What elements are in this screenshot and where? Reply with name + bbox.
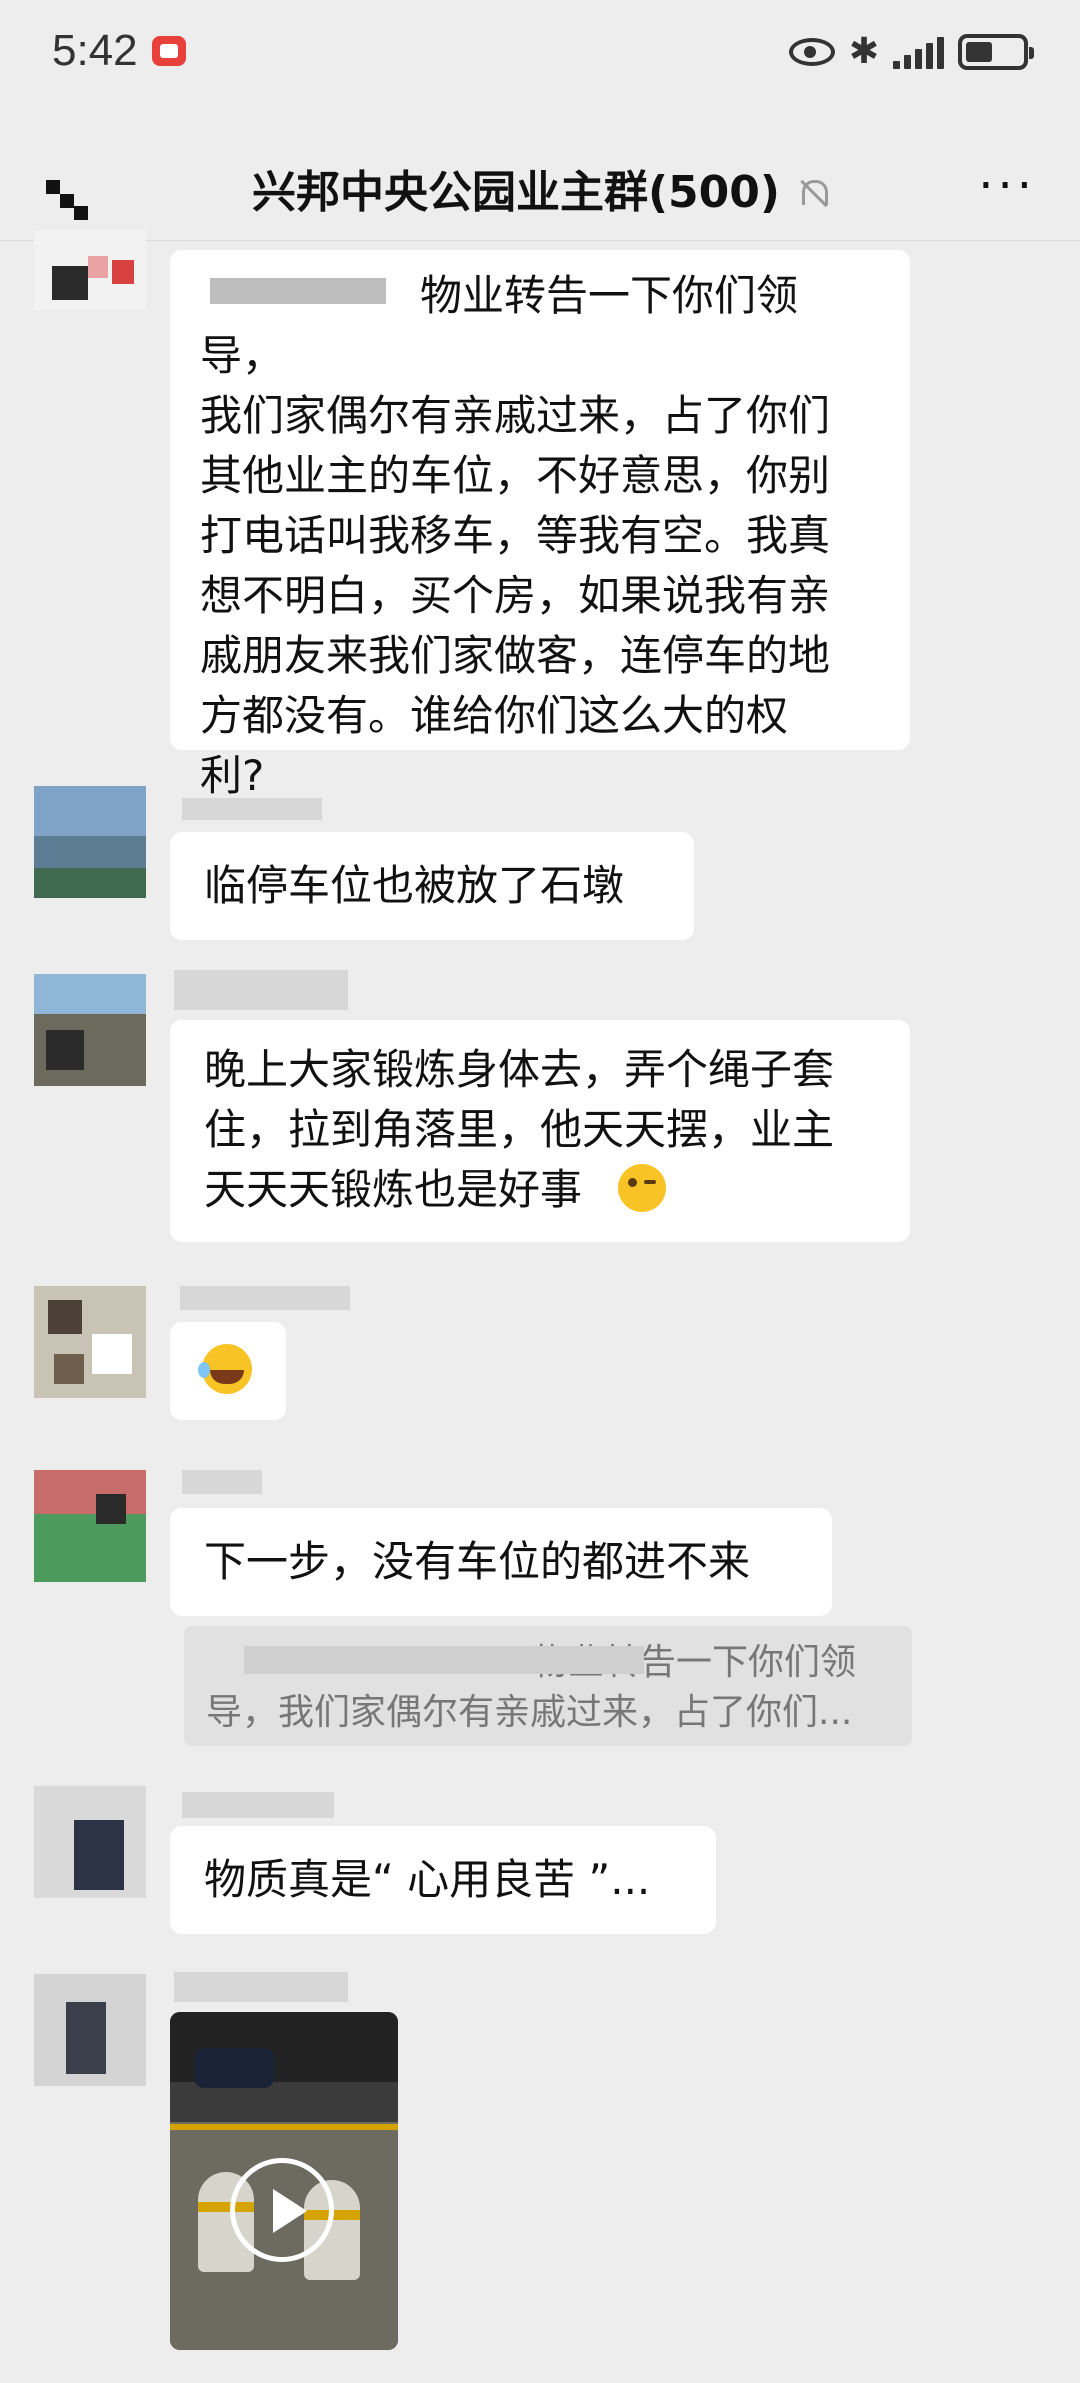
avatar[interactable]	[34, 1286, 146, 1398]
message-bubble[interactable]: 物业转告一下你们领导， 我们家偶尔有亲戚过来，占了你们 其他业主的车位，不好意思…	[170, 250, 910, 800]
eye-icon	[788, 38, 835, 66]
play-icon[interactable]	[230, 2158, 334, 2262]
laughing-crying-emoji-icon	[198, 1344, 252, 1394]
more-options-icon[interactable]: ···	[978, 162, 1036, 210]
sender-name	[174, 970, 348, 1010]
message-text: 下一步，没有车位的都进不来	[204, 1537, 751, 1586]
message-bubble[interactable]	[170, 1322, 286, 1420]
message-bubble[interactable]: 晚上大家锻炼身体去，弄个绳子套 住，拉到角落里，他天天摆，业主 天天天锻炼也是好…	[170, 1020, 910, 1242]
sender-name	[180, 1286, 350, 1310]
message-text: 物业转告一下你们领导， 我们家偶尔有亲戚过来，占了你们 其他业主的车位，不好意思…	[200, 271, 831, 800]
message-text: 晚上大家锻炼身体去，弄个绳子套 住，拉到角落里，他天天摆，业主 天天天锻炼也是好…	[204, 1045, 835, 1214]
avatar[interactable]	[34, 1470, 146, 1582]
sender-name	[174, 1972, 348, 2002]
battery-icon	[958, 34, 1034, 70]
message-bubble[interactable]: 临停车位也被放了石墩	[170, 832, 694, 940]
status-icons: ✱	[788, 28, 1034, 76]
message-text: 临停车位也被放了石墩	[204, 861, 625, 910]
status-bar: 5:42 ✱	[0, 0, 1080, 110]
avatar[interactable]	[34, 1974, 146, 2086]
notification-icon	[152, 36, 186, 66]
mute-bell-icon	[798, 178, 829, 212]
signal-icon	[893, 35, 944, 69]
avatar[interactable]	[34, 974, 146, 1086]
video-message[interactable]	[170, 2012, 398, 2350]
blurred-sender	[210, 278, 386, 304]
sender-name	[182, 1470, 262, 1494]
chat-header: 兴邦中央公园业主群(500) ···	[0, 120, 1080, 241]
message-bubble[interactable]: 物质真是“ 心用良苦 ”...	[170, 1826, 716, 1934]
avatar[interactable]	[34, 230, 146, 310]
quoted-message[interactable]: 物业转告一下你们领 导，我们家偶尔有亲戚过来，占了你们...	[184, 1626, 912, 1746]
blurred-quote-sender	[244, 1646, 644, 1674]
message-text: 物质真是“ 心用良苦 ”...	[204, 1855, 651, 1904]
message-bubble[interactable]: 下一步，没有车位的都进不来	[170, 1508, 832, 1616]
chat-title: 兴邦中央公园业主群(500)	[251, 167, 781, 218]
bluetooth-icon: ✱	[848, 31, 879, 72]
sender-name	[182, 798, 322, 820]
sender-name	[182, 1792, 334, 1818]
avatar[interactable]	[34, 1786, 146, 1898]
status-time: 5:42	[52, 26, 138, 75]
winking-face-icon	[618, 1164, 666, 1212]
avatar[interactable]	[34, 786, 146, 898]
